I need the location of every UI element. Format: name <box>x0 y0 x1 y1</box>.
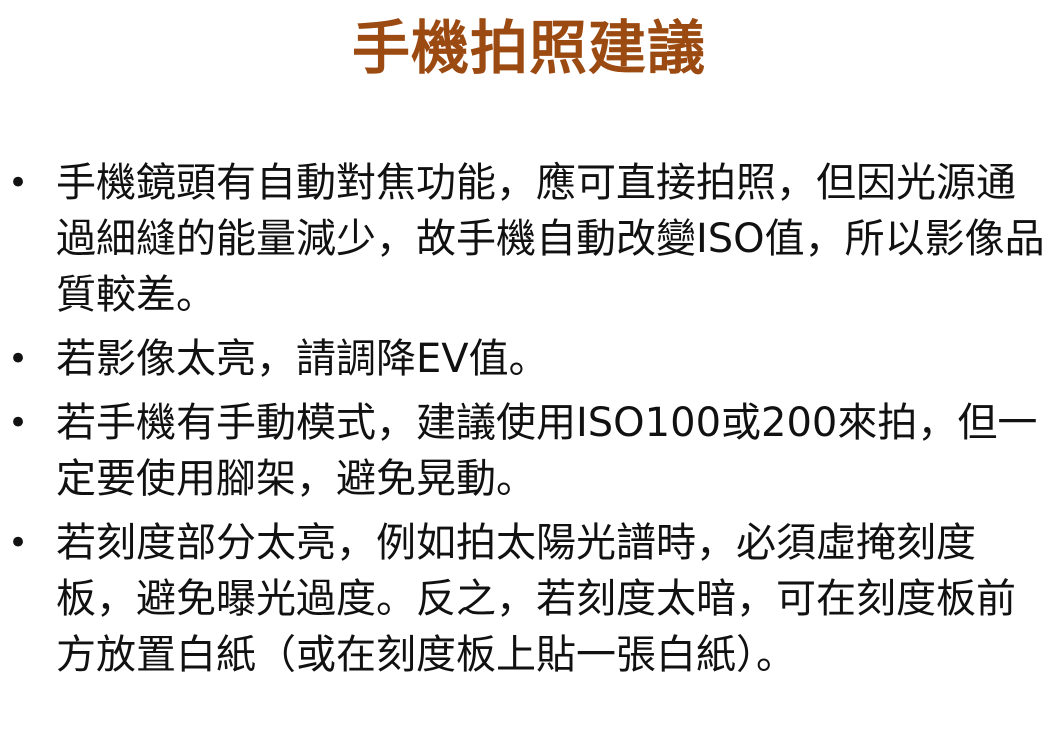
bullet-item-manual-mode: • 若手機有手動模式，建議使用ISO100或200來拍，但一定要使用腳架，避免晃… <box>0 395 1058 507</box>
bullet-text: 若手機有手動模式，建議使用ISO100或200來拍，但一定要使用腳架，避免晃動。 <box>56 400 1038 502</box>
bullet-dot-icon: • <box>8 523 29 563</box>
bullet-dot-icon: • <box>8 339 29 379</box>
bullet-text: 若刻度部分太亮，例如拍太陽光譜時，必須虛掩刻度板，避免曝光過度。反之，若刻度太暗… <box>56 520 1016 678</box>
bullet-item-autofocus: • 手機鏡頭有自動對焦功能，應可直接拍照，但因光源通過細縫的能量減少，故手機自動… <box>0 155 1058 323</box>
bullet-dot-icon: • <box>8 403 29 443</box>
bullet-item-scale-brightness: • 若刻度部分太亮，例如拍太陽光譜時，必須虛掩刻度板，避免曝光過度。反之，若刻度… <box>0 515 1058 683</box>
bullet-list: • 手機鏡頭有自動對焦功能，應可直接拍照，但因光源通過細縫的能量減少，故手機自動… <box>0 155 1058 691</box>
bullet-item-ev: • 若影像太亮，請調降EV值。 <box>0 331 1058 387</box>
bullet-text: 手機鏡頭有自動對焦功能，應可直接拍照，但因光源通過細縫的能量減少，故手機自動改變… <box>56 160 1045 318</box>
bullet-dot-icon: • <box>8 163 29 203</box>
bullet-text: 若影像太亮，請調降EV值。 <box>56 336 549 382</box>
slide-title: 手機拍照建議 <box>351 14 706 82</box>
